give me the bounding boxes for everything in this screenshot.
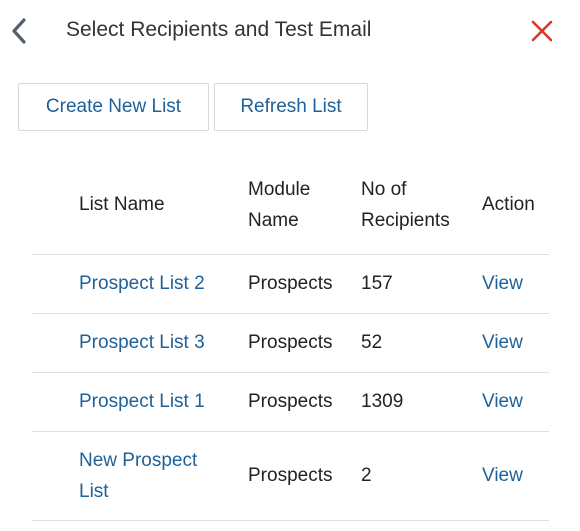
refresh-list-button[interactable]: Refresh List: [214, 83, 368, 131]
list-name-link[interactable]: New Prospect List: [79, 445, 229, 507]
column-header-action: Action: [482, 194, 535, 215]
view-link[interactable]: View: [482, 327, 523, 358]
close-button[interactable]: [530, 19, 554, 43]
list-name-link[interactable]: Prospect List 2: [79, 268, 205, 299]
column-header-no-of-recipients: No of Recipients: [361, 179, 450, 231]
view-link[interactable]: View: [482, 268, 523, 299]
back-button[interactable]: [8, 16, 30, 46]
module-name: Prospects: [248, 273, 333, 294]
module-name: Prospects: [248, 465, 333, 486]
recipient-count: 157: [361, 273, 393, 294]
column-header-list-name: List Name: [79, 194, 165, 215]
table-row: Prospect List 2 Prospects 157 View: [32, 254, 549, 313]
recipient-lists-table: List Name Module Name No of Recipients A…: [32, 165, 549, 521]
create-new-list-button[interactable]: Create New List: [18, 83, 209, 131]
list-name-link[interactable]: Prospect List 1: [79, 386, 205, 417]
table-row: New Prospect List Prospects 2 View: [32, 431, 549, 521]
chevron-left-icon: [12, 18, 26, 44]
recipient-count: 2: [361, 465, 372, 486]
module-name: Prospects: [248, 391, 333, 412]
table-header: List Name Module Name No of Recipients A…: [32, 165, 549, 254]
column-header-module-name: Module Name: [248, 179, 311, 231]
dialog-header: Select Recipients and Test Email: [0, 0, 580, 62]
view-link[interactable]: View: [482, 460, 523, 491]
module-name: Prospects: [248, 332, 333, 353]
recipient-count: 52: [361, 332, 383, 353]
list-name-link[interactable]: Prospect List 3: [79, 327, 205, 358]
recipient-count: 1309: [361, 391, 404, 412]
table-row: Prospect List 3 Prospects 52 View: [32, 313, 549, 372]
view-link[interactable]: View: [482, 386, 523, 417]
table-row: Prospect List 1 Prospects 1309 View: [32, 372, 549, 431]
close-x-icon: [531, 20, 553, 42]
dialog-title: Select Recipients and Test Email: [66, 18, 372, 41]
